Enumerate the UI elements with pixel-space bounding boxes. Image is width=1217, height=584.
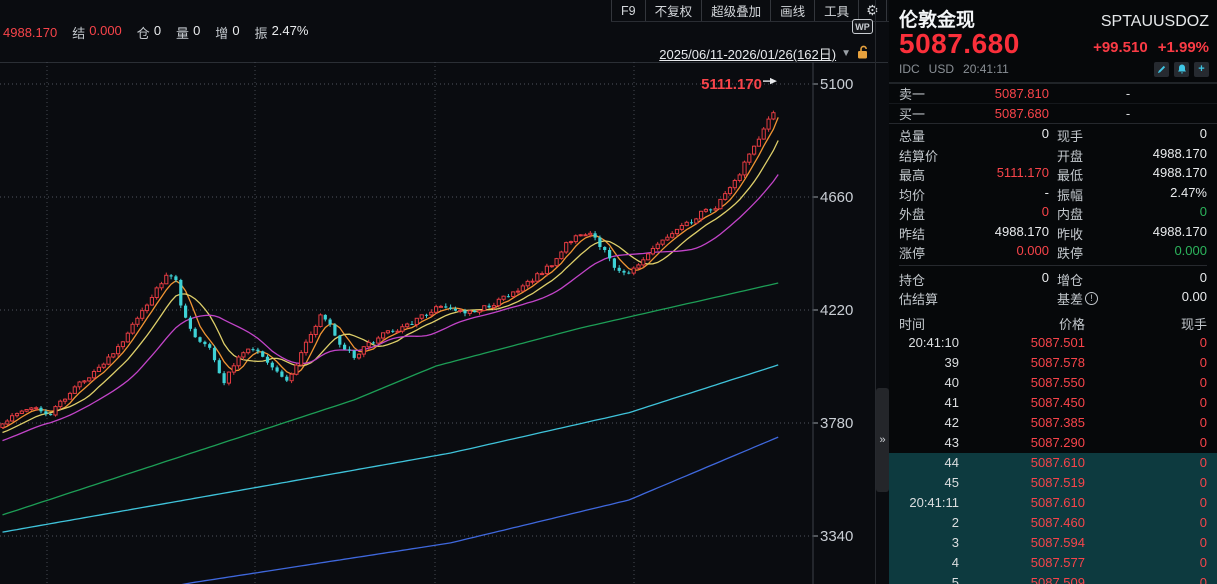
tape-col-price: 价格 <box>959 314 1085 333</box>
stat-row: 最高5111.170最低4988.170 <box>899 165 1207 185</box>
info-pair: 增0 <box>215 23 239 42</box>
last-price: 5087.680 <box>899 29 1020 59</box>
f9-button[interactable]: F9 <box>611 0 645 21</box>
arrow-right-icon <box>770 78 777 84</box>
tape-row[interactable]: 20:41:105087.501 0 <box>889 333 1217 353</box>
bid-row: 买一5087.680 - <box>889 104 1217 124</box>
quote-header: 伦敦金现 SPTAUUSDOZ 5087.680 +99.510 +1.99% … <box>889 0 1217 78</box>
stat-row: 涨停0.000跌停0.000 <box>899 243 1207 263</box>
alert-bell-icon[interactable] <box>1174 62 1189 77</box>
time-and-sales-list[interactable]: 20:41:105087.501 0 395087.578 0 405087.5… <box>889 333 1217 584</box>
svg-text:5100: 5100 <box>820 76 853 93</box>
panel-collapse-handle[interactable]: » <box>876 388 889 492</box>
info-pair: 结0.000 <box>72 23 122 42</box>
candlestick-chart[interactable]: 5100 4660 4220 3780 3340 5111.170 <box>0 62 888 584</box>
ma20-line <box>3 175 779 441</box>
tape-header: 时间 价格 现手 <box>889 315 1217 333</box>
date-range-label[interactable]: 2025/06/11-2026/01/26(162日) <box>659 44 836 63</box>
edit-pencil-icon[interactable] <box>1154 62 1169 77</box>
ma5-line <box>3 117 779 428</box>
price-change: +99.510 <box>1093 39 1148 56</box>
tape-col-volume: 现手 <box>1085 314 1207 333</box>
tape-row[interactable]: 425087.385 0 <box>889 413 1217 433</box>
separator <box>899 265 1207 266</box>
gear-icon[interactable]: ⚙ <box>858 0 886 21</box>
instrument-symbol: SPTAUUSDOZ <box>1101 13 1209 31</box>
tape-row[interactable]: 25087.460 0 <box>889 513 1217 533</box>
ask-row: 卖一5087.810 - <box>889 84 1217 104</box>
tape-row[interactable]: 45087.577 0 <box>889 553 1217 573</box>
stat-row: 估结算基差!0.00 <box>899 289 1207 309</box>
tape-row[interactable]: 395087.578 0 <box>889 353 1217 373</box>
quote-panel: 伦敦金现 SPTAUUSDOZ 5087.680 +99.510 +1.99% … <box>889 0 1217 584</box>
tape-row[interactable]: 435087.290 0 <box>889 433 1217 453</box>
tape-row[interactable]: 55087.509 0 <box>889 573 1217 584</box>
ma-blue-line <box>3 437 779 584</box>
info-icon[interactable]: ! <box>1085 292 1098 305</box>
stat-row: 外盘0内盘0 <box>899 204 1207 224</box>
prev-settle-price: 4988.170 <box>3 25 57 40</box>
draw-line-button[interactable]: 画线 <box>770 0 814 21</box>
chevron-down-icon[interactable]: ▼ <box>841 48 851 59</box>
tape-row[interactable]: 20:41:115087.610 0 <box>889 493 1217 513</box>
no-adjust-button[interactable]: 不复权 <box>645 0 702 21</box>
tape-row[interactable]: 405087.550 0 <box>889 373 1217 393</box>
quote-stats-position: 持仓0增仓0估结算基差!0.00 <box>889 268 1217 309</box>
quote-time: 20:41:11 <box>963 62 1009 76</box>
tape-col-time: 时间 <box>899 314 959 333</box>
chart-info-bar: 4988.170 结0.000 仓0 量0 增0 振2.47% <box>3 23 308 42</box>
tape-row[interactable]: 455087.519 0 <box>889 473 1217 493</box>
high-annotation: 5111.170 <box>701 76 762 93</box>
tape-row[interactable]: 415087.450 0 <box>889 393 1217 413</box>
add-plus-icon[interactable]: + <box>1194 62 1209 77</box>
panel-divider <box>875 0 876 584</box>
quote-stats: 总量0现手0结算价开盘4988.170最高5111.170最低4988.170均… <box>889 124 1217 263</box>
tape-row[interactable]: 445087.610 0 <box>889 453 1217 473</box>
info-pair: 振2.47% <box>255 23 309 42</box>
stat-row: 结算价开盘4988.170 <box>899 146 1207 166</box>
wp-badge[interactable]: WP <box>852 19 873 34</box>
stat-row: 总量0现手0 <box>899 126 1207 146</box>
ma-green-line <box>3 283 779 515</box>
tape-row[interactable]: 35087.594 0 <box>889 533 1217 553</box>
trading-terminal-window: 4988.170 结0.000 仓0 量0 增0 振2.47% F9 不复权 超… <box>0 0 1217 584</box>
tools-button[interactable]: 工具 <box>814 0 858 21</box>
ma10-line <box>3 141 779 433</box>
super-overlay-button[interactable]: 超级叠加 <box>701 0 770 21</box>
stat-row: 均价-振幅2.47% <box>899 185 1207 205</box>
quote-source: IDC <box>899 62 920 76</box>
info-pair: 量0 <box>176 23 200 42</box>
svg-text:4660: 4660 <box>820 189 853 206</box>
stat-row: 持仓0增仓0 <box>899 270 1207 290</box>
svg-text:4220: 4220 <box>820 302 853 319</box>
stat-row: 昨结4988.170昨收4988.170 <box>899 224 1207 244</box>
date-range-row: 2025/06/11-2026/01/26(162日) ▼ <box>0 44 851 63</box>
price-change-pct: +1.99% <box>1158 39 1209 56</box>
svg-text:3780: 3780 <box>820 415 853 432</box>
quote-currency: USD <box>929 62 954 76</box>
ma-cyan-line <box>3 365 779 532</box>
info-pair: 仓0 <box>137 23 161 42</box>
svg-text:3340: 3340 <box>820 528 853 545</box>
